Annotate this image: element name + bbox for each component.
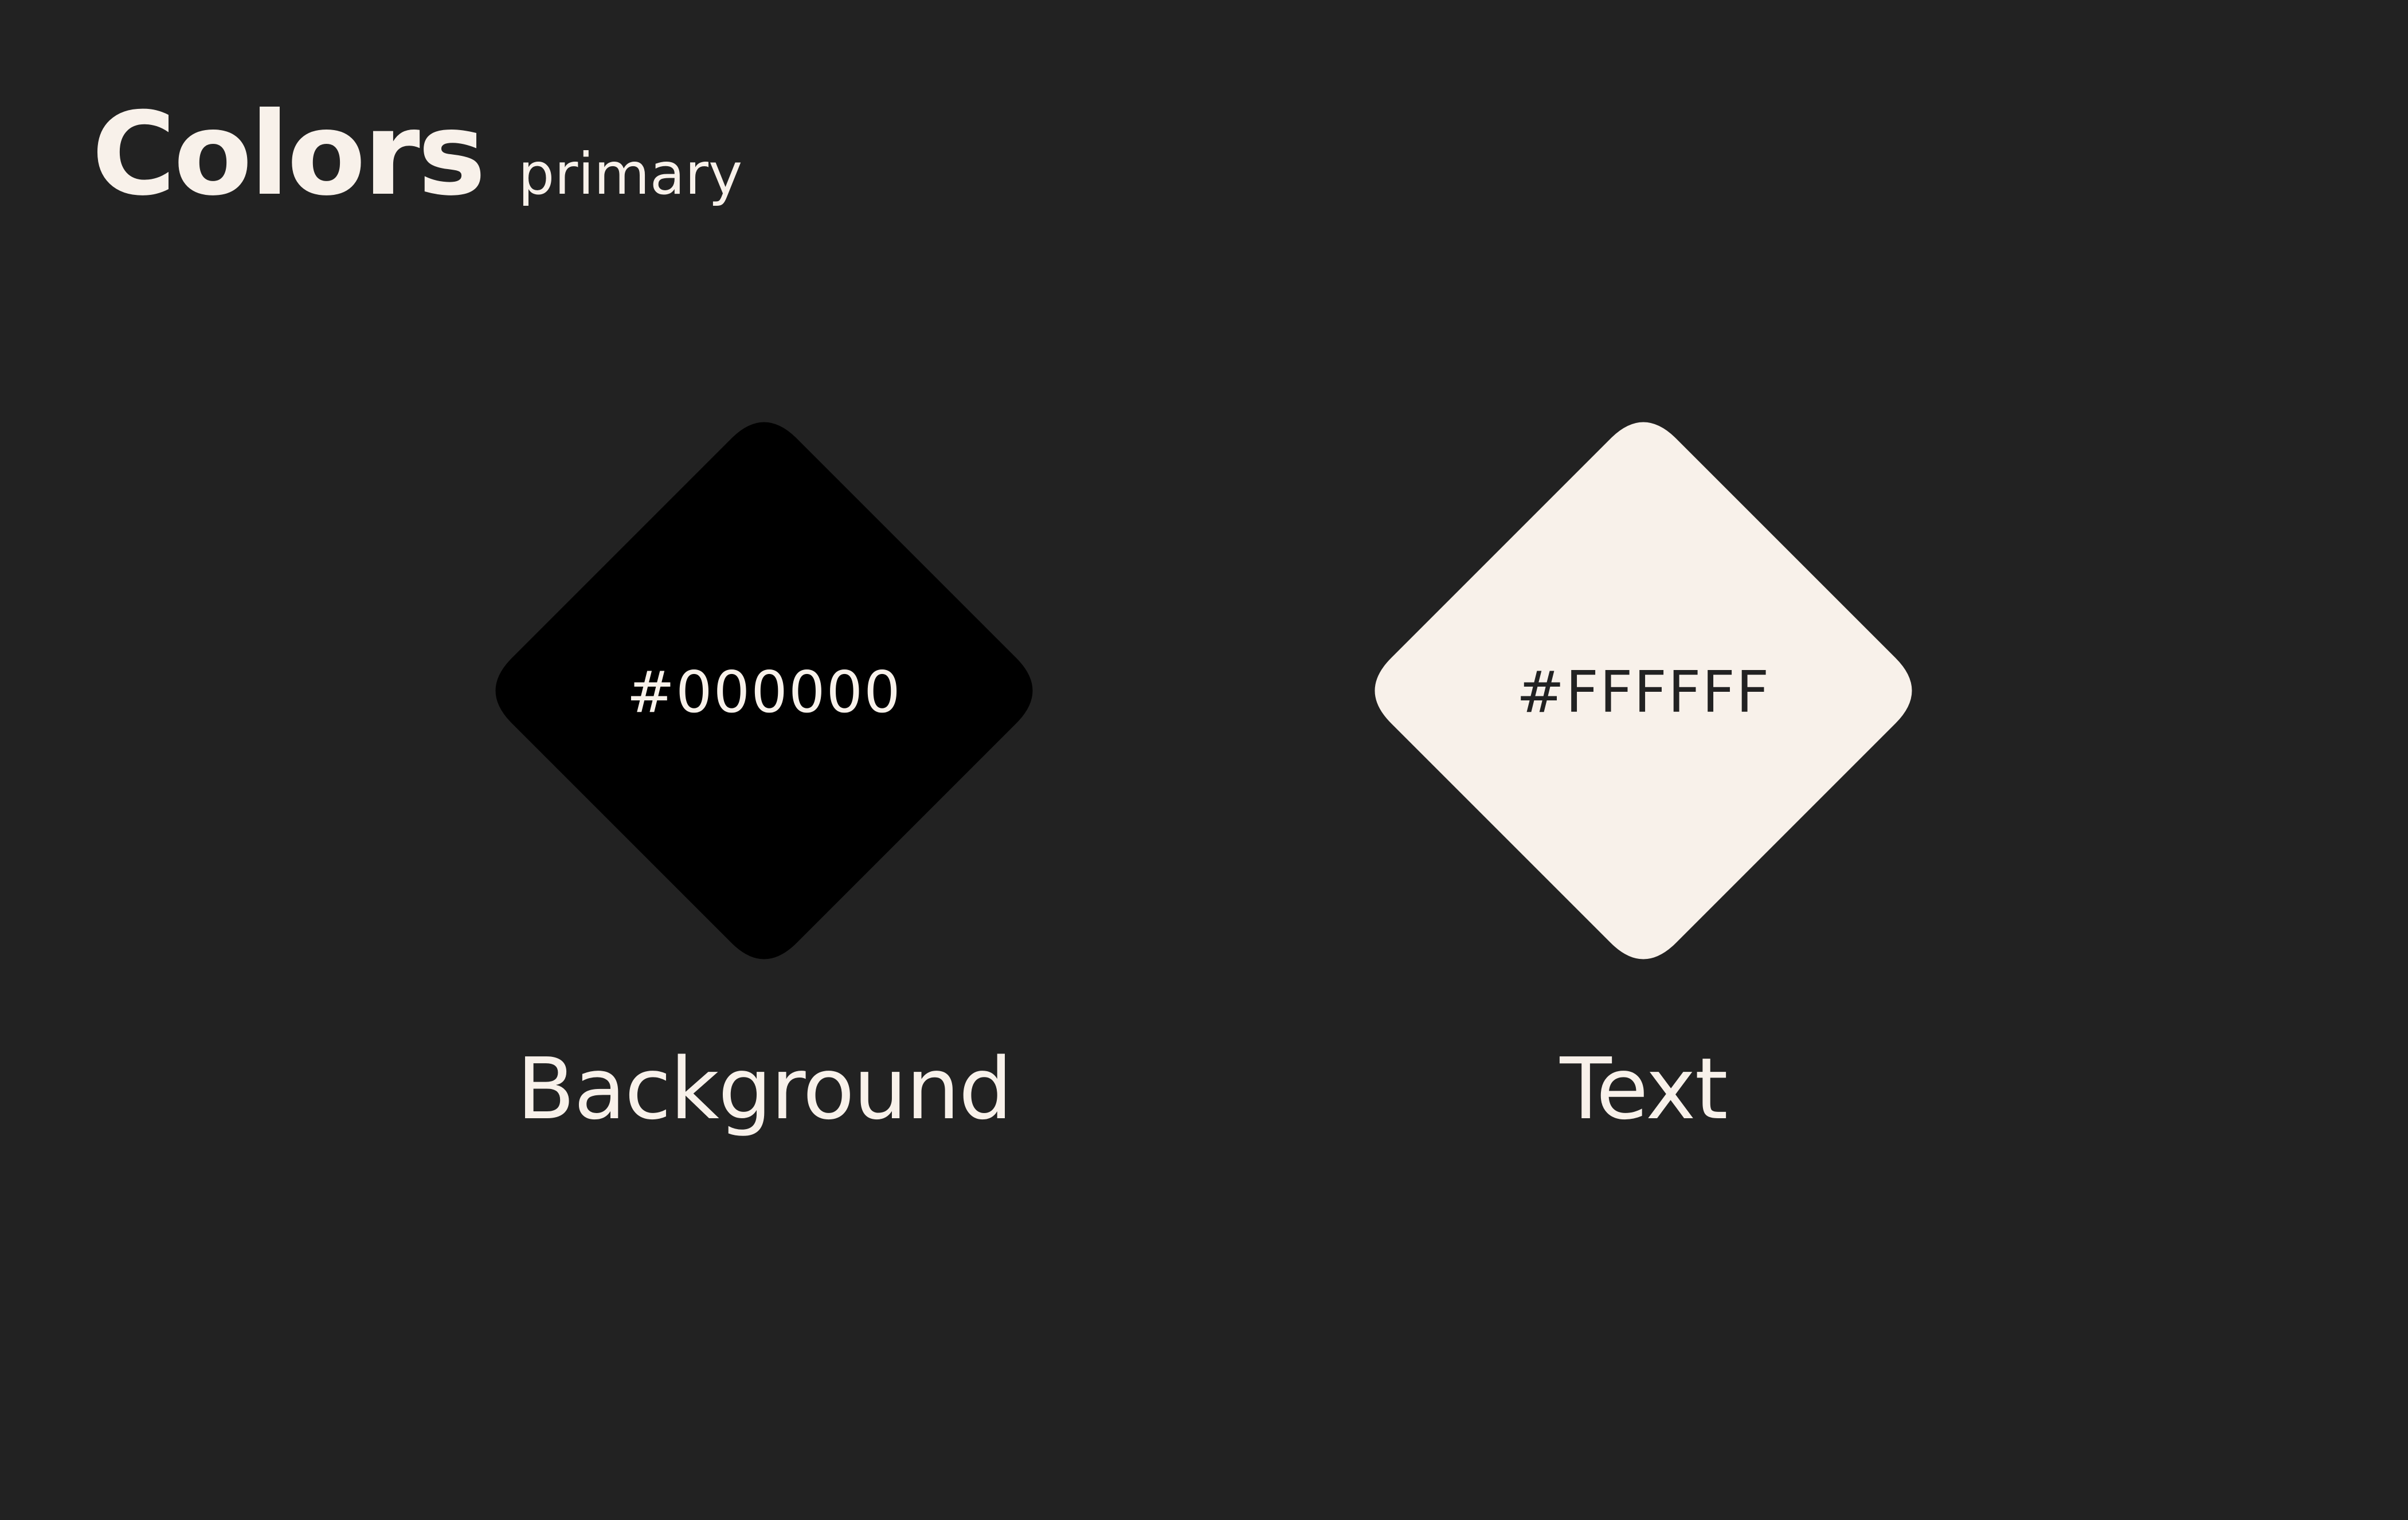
swatch-label-background: Background [516, 1040, 1013, 1138]
page-subtitle: primary [518, 140, 743, 207]
swatch-label-text: Text [1560, 1040, 1728, 1138]
page-title: Colors [92, 88, 486, 221]
page-heading: Colors primary [92, 97, 742, 212]
color-swatch-text: #FFFFFF [1358, 406, 1928, 976]
hex-code: #000000 [627, 659, 902, 726]
hex-code: #FFFFFF [1516, 659, 1771, 726]
color-swatch-background: #000000 [479, 406, 1049, 976]
